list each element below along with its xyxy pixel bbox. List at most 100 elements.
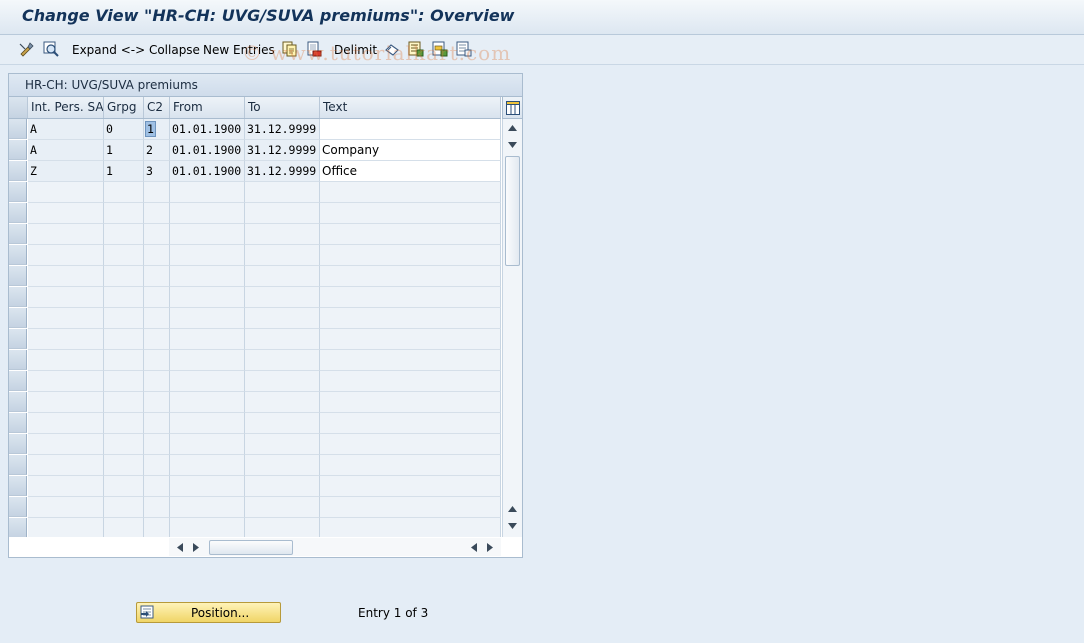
empty-cell	[144, 350, 170, 371]
empty-table-row	[9, 455, 501, 476]
horizontal-scrollbar[interactable]	[169, 538, 501, 556]
position-button[interactable]: Position...	[136, 602, 281, 623]
page-right-icon[interactable]	[483, 540, 497, 554]
empty-cell	[104, 455, 144, 476]
empty-cell	[245, 245, 320, 266]
col-header-to[interactable]: To	[245, 97, 320, 118]
empty-cell	[245, 392, 320, 413]
cell-text-input[interactable]: Company	[320, 140, 501, 161]
empty-table-row	[9, 266, 501, 287]
empty-table-row	[9, 287, 501, 308]
row-selector[interactable]	[9, 329, 27, 349]
empty-table-row	[9, 371, 501, 392]
cell-text-input[interactable]	[320, 119, 501, 140]
page-up-icon[interactable]	[505, 502, 520, 516]
empty-cell	[28, 392, 104, 413]
scroll-down-icon[interactable]	[505, 138, 520, 152]
watermark: © www.tutorialkart.com	[242, 41, 512, 65]
empty-cell	[170, 518, 245, 537]
empty-table-row	[9, 434, 501, 455]
row-selector[interactable]	[9, 287, 27, 307]
empty-cell	[28, 182, 104, 203]
expand-collapse-button[interactable]: Expand <-> Collapse	[72, 35, 200, 64]
empty-table-row	[9, 476, 501, 497]
row-selector[interactable]	[9, 203, 27, 223]
empty-cell	[144, 476, 170, 497]
empty-cell	[170, 413, 245, 434]
row-selector[interactable]	[9, 161, 27, 181]
row-selector[interactable]	[9, 497, 27, 517]
row-selector[interactable]	[9, 224, 27, 244]
empty-cell	[320, 497, 501, 518]
row-selector[interactable]	[9, 308, 27, 328]
empty-table-row	[9, 182, 501, 203]
cell-to: 31.12.9999	[245, 119, 320, 140]
empty-cell	[144, 497, 170, 518]
empty-cell	[144, 308, 170, 329]
page-left-icon[interactable]	[467, 540, 481, 554]
table-row[interactable]: Z 1 3 01.01.1900 31.12.9999 Office	[9, 161, 501, 182]
col-header-from[interactable]: From	[170, 97, 245, 118]
details-icon[interactable]	[42, 40, 60, 58]
empty-cell	[104, 224, 144, 245]
empty-cell	[28, 371, 104, 392]
display-change-icon[interactable]	[18, 40, 36, 58]
col-header-grpg[interactable]: Grpg	[104, 97, 144, 118]
empty-cell	[104, 245, 144, 266]
cell-text-input[interactable]: Office	[320, 161, 501, 182]
cell-grpg: 0	[104, 119, 144, 140]
empty-cell	[245, 413, 320, 434]
empty-cell	[245, 497, 320, 518]
empty-cell	[170, 434, 245, 455]
empty-cell	[144, 224, 170, 245]
row-selector[interactable]	[9, 476, 27, 496]
table-row[interactable]: A 1 2 01.01.1900 31.12.9999 Company	[9, 140, 501, 161]
row-selector[interactable]	[9, 266, 27, 286]
select-all-corner[interactable]	[9, 97, 28, 118]
empty-table-row	[9, 329, 501, 350]
row-selector[interactable]	[9, 245, 27, 265]
empty-table-row	[9, 350, 501, 371]
column-settings-icon[interactable]	[502, 97, 522, 119]
empty-cell	[320, 287, 501, 308]
col-header-c2[interactable]: C2	[144, 97, 170, 118]
scroll-right-icon[interactable]	[189, 540, 203, 554]
row-selector[interactable]	[9, 350, 27, 370]
empty-table-row	[9, 518, 501, 537]
table-title-bar: HR-CH: UVG/SUVA premiums	[9, 74, 522, 97]
row-selector[interactable]	[9, 392, 27, 412]
vertical-scrollbar[interactable]	[502, 119, 522, 537]
cell-sa: Z	[28, 161, 104, 182]
empty-cell	[320, 203, 501, 224]
scroll-up-icon[interactable]	[505, 121, 520, 135]
empty-cell	[245, 224, 320, 245]
row-selector[interactable]	[9, 182, 27, 202]
empty-cell	[170, 392, 245, 413]
row-selector[interactable]	[9, 140, 27, 160]
entry-counter: Entry 1 of 3	[358, 606, 429, 620]
row-selector[interactable]	[9, 434, 27, 454]
empty-cell	[170, 245, 245, 266]
horizontal-scroll-thumb[interactable]	[209, 540, 293, 555]
empty-table-row	[9, 224, 501, 245]
row-selector[interactable]	[9, 518, 27, 537]
empty-cell	[28, 203, 104, 224]
scroll-left-icon[interactable]	[173, 540, 187, 554]
empty-cell	[170, 224, 245, 245]
page-down-icon[interactable]	[505, 519, 520, 533]
empty-cell	[28, 497, 104, 518]
empty-cell	[104, 350, 144, 371]
empty-cell	[28, 434, 104, 455]
row-selector[interactable]	[9, 371, 27, 391]
empty-cell	[144, 329, 170, 350]
row-selector[interactable]	[9, 119, 27, 139]
col-header-text[interactable]: Text	[320, 97, 501, 118]
row-selector[interactable]	[9, 413, 27, 433]
table-row[interactable]: A 0 1 01.01.1900 31.12.9999	[9, 119, 501, 140]
col-header-sa[interactable]: Int. Pers. SA	[28, 97, 104, 118]
text-cursor: 1	[145, 121, 156, 137]
cell-sa: A	[28, 140, 104, 161]
empty-cell	[245, 203, 320, 224]
row-selector[interactable]	[9, 455, 27, 475]
vertical-scroll-thumb[interactable]	[505, 156, 520, 266]
